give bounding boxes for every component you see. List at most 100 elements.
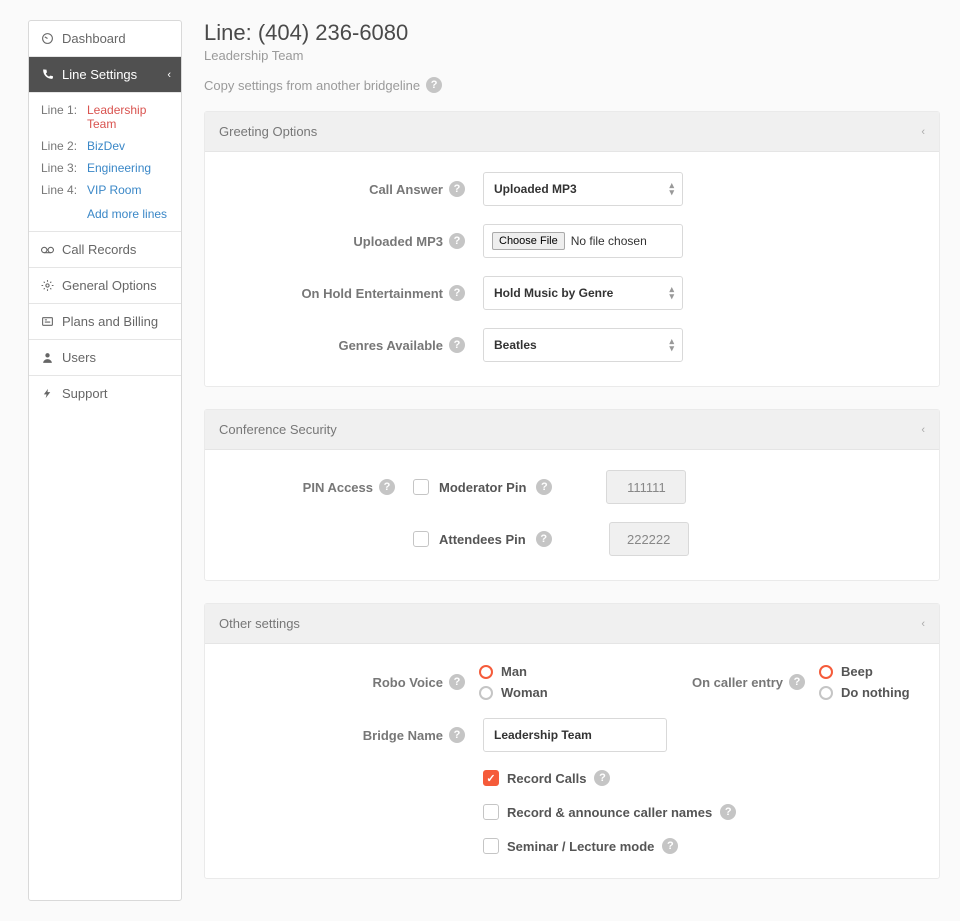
line-row[interactable]: Line 2: BizDev bbox=[29, 135, 181, 157]
other-panel: Other settings ‹ Robo Voice ? Man Woman bbox=[204, 603, 940, 879]
sidebar-label: General Options bbox=[62, 278, 157, 293]
help-icon[interactable]: ? bbox=[449, 727, 465, 743]
choose-file-button[interactable]: Choose File bbox=[492, 232, 565, 250]
sidebar-item-general-options[interactable]: General Options bbox=[29, 268, 181, 304]
help-icon[interactable]: ? bbox=[536, 531, 552, 547]
robo-voice-label: Robo Voice bbox=[372, 675, 443, 690]
sidebar-item-line-settings[interactable]: Line Settings ‹ bbox=[29, 57, 181, 93]
chevron-left-icon: ‹ bbox=[167, 69, 171, 81]
greeting-panel-header[interactable]: Greeting Options ‹ bbox=[205, 112, 939, 152]
uploaded-mp3-label: Uploaded MP3 bbox=[353, 234, 443, 249]
billing-icon bbox=[41, 315, 54, 328]
sidebar-item-call-records[interactable]: Call Records bbox=[29, 232, 181, 268]
help-icon[interactable]: ? bbox=[449, 337, 465, 353]
file-status: No file chosen bbox=[571, 234, 647, 248]
radio-label: Woman bbox=[501, 685, 548, 700]
help-icon[interactable]: ? bbox=[449, 285, 465, 301]
select-value: Hold Music by Genre bbox=[494, 286, 613, 300]
greeting-panel: Greeting Options ‹ Call Answer ? Uploade… bbox=[204, 111, 940, 387]
line-index: Line 2: bbox=[41, 139, 81, 153]
help-icon[interactable]: ? bbox=[426, 77, 442, 93]
help-icon[interactable]: ? bbox=[594, 770, 610, 786]
select-value: Uploaded MP3 bbox=[494, 182, 577, 196]
genres-select[interactable]: Beatles ▴▾ bbox=[483, 328, 683, 362]
help-icon[interactable]: ? bbox=[449, 233, 465, 249]
radio-label: Beep bbox=[841, 664, 873, 679]
on-hold-select[interactable]: Hold Music by Genre ▴▾ bbox=[483, 276, 683, 310]
copy-settings-row: Copy settings from another bridgeline ? bbox=[204, 77, 940, 93]
moderator-pin-checkbox[interactable] bbox=[413, 479, 429, 495]
chevron-left-icon: ‹ bbox=[921, 126, 925, 138]
sidebar-item-dashboard[interactable]: Dashboard bbox=[29, 21, 181, 57]
add-more-lines: Add more lines bbox=[29, 201, 181, 225]
sidebar-label: Support bbox=[62, 386, 108, 401]
radio-label: Man bbox=[501, 664, 527, 679]
file-upload-box: Choose File No file chosen bbox=[483, 224, 683, 258]
line-index: Line 4: bbox=[41, 183, 81, 197]
beep-radio[interactable] bbox=[819, 665, 833, 679]
sidebar: Dashboard Line Settings ‹ Line 1: Leader… bbox=[28, 20, 182, 901]
user-icon bbox=[41, 351, 54, 364]
line-name[interactable]: BizDev bbox=[87, 139, 125, 153]
other-panel-header[interactable]: Other settings ‹ bbox=[205, 604, 939, 644]
checkbox-label: Record & announce caller names bbox=[507, 805, 712, 820]
help-icon[interactable]: ? bbox=[662, 838, 678, 854]
select-value: Beatles bbox=[494, 338, 537, 352]
help-icon[interactable]: ? bbox=[449, 674, 465, 690]
sidebar-label: Users bbox=[62, 350, 96, 365]
moderator-pin-input[interactable] bbox=[606, 470, 686, 504]
copy-settings-label[interactable]: Copy settings from another bridgeline bbox=[204, 78, 420, 93]
sidebar-item-users[interactable]: Users bbox=[29, 340, 181, 376]
security-panel: Conference Security ‹ PIN Access ? Moder… bbox=[204, 409, 940, 581]
record-calls-checkbox[interactable] bbox=[483, 770, 499, 786]
attendees-pin-label: Attendees Pin bbox=[439, 532, 526, 547]
sidebar-label: Plans and Billing bbox=[62, 314, 158, 329]
line-settings-submenu: Line 1: Leadership Team Line 2: BizDev L… bbox=[29, 93, 181, 232]
select-arrows-icon: ▴▾ bbox=[669, 182, 674, 196]
attendees-pin-checkbox[interactable] bbox=[413, 531, 429, 547]
checkbox-label: Seminar / Lecture mode bbox=[507, 839, 654, 854]
checkbox-label: Record Calls bbox=[507, 771, 586, 786]
sidebar-label: Line Settings bbox=[62, 67, 137, 82]
sidebar-item-support[interactable]: Support bbox=[29, 376, 181, 411]
help-icon[interactable]: ? bbox=[789, 674, 805, 690]
phone-icon bbox=[41, 68, 54, 81]
bridge-name-label: Bridge Name bbox=[363, 728, 443, 743]
call-answer-select[interactable]: Uploaded MP3 ▴▾ bbox=[483, 172, 683, 206]
security-panel-header[interactable]: Conference Security ‹ bbox=[205, 410, 939, 450]
bolt-icon bbox=[41, 387, 54, 400]
chevron-left-icon: ‹ bbox=[921, 618, 925, 630]
dashboard-icon bbox=[41, 32, 54, 45]
call-answer-label: Call Answer bbox=[369, 182, 443, 197]
bridge-name-input[interactable] bbox=[483, 718, 667, 752]
select-arrows-icon: ▴▾ bbox=[669, 286, 674, 300]
add-more-lines-link[interactable]: Add more lines bbox=[87, 207, 167, 221]
panel-title: Greeting Options bbox=[219, 124, 317, 139]
gear-icon bbox=[41, 279, 54, 292]
robo-woman-radio[interactable] bbox=[479, 686, 493, 700]
help-icon[interactable]: ? bbox=[449, 181, 465, 197]
page-subtitle: Leadership Team bbox=[204, 48, 940, 63]
genres-label: Genres Available bbox=[338, 338, 443, 353]
panel-title: Other settings bbox=[219, 616, 300, 631]
line-name[interactable]: Leadership Team bbox=[87, 103, 169, 131]
do-nothing-radio[interactable] bbox=[819, 686, 833, 700]
tape-icon bbox=[41, 245, 54, 255]
caller-entry-label: On caller entry bbox=[692, 675, 783, 690]
line-name[interactable]: Engineering bbox=[87, 161, 151, 175]
on-hold-label: On Hold Entertainment bbox=[301, 286, 443, 301]
robo-man-radio[interactable] bbox=[479, 665, 493, 679]
panel-title: Conference Security bbox=[219, 422, 337, 437]
line-row[interactable]: Line 3: Engineering bbox=[29, 157, 181, 179]
help-icon[interactable]: ? bbox=[379, 479, 395, 495]
moderator-pin-label: Moderator Pin bbox=[439, 480, 526, 495]
line-index: Line 1: bbox=[41, 103, 81, 131]
help-icon[interactable]: ? bbox=[536, 479, 552, 495]
page-title: Line: (404) 236-6080 bbox=[204, 20, 940, 46]
seminar-mode-checkbox[interactable] bbox=[483, 838, 499, 854]
sidebar-item-plans-billing[interactable]: Plans and Billing bbox=[29, 304, 181, 340]
line-name[interactable]: VIP Room bbox=[87, 183, 141, 197]
line-row[interactable]: Line 1: Leadership Team bbox=[29, 99, 181, 135]
line-row[interactable]: Line 4: VIP Room bbox=[29, 179, 181, 201]
attendees-pin-input[interactable] bbox=[609, 522, 689, 556]
